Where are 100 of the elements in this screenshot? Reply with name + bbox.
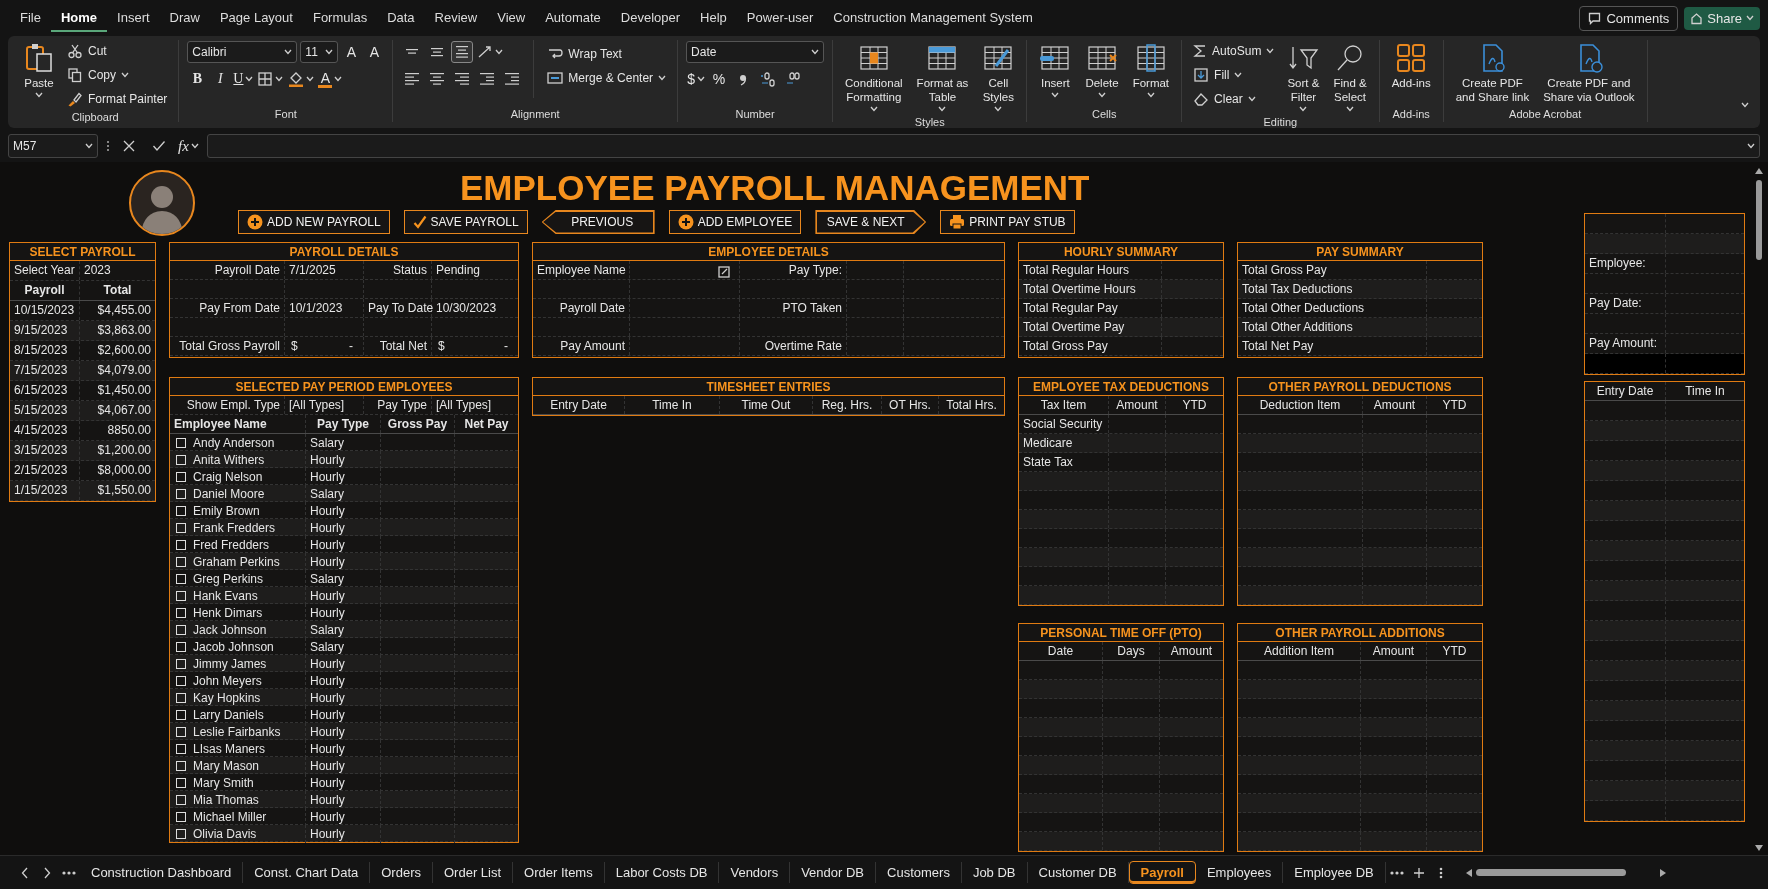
- currency-button[interactable]: $: [686, 68, 707, 90]
- checkbox[interactable]: [176, 710, 186, 720]
- checkbox[interactable]: [176, 455, 186, 465]
- table-cell: Hourly: [306, 689, 381, 707]
- checkbox[interactable]: [176, 557, 186, 567]
- cell-styles-button[interactable]: Cell Styles: [978, 40, 1019, 114]
- checkbox[interactable]: [176, 812, 186, 822]
- formula-input[interactable]: [206, 134, 1760, 158]
- employee-name: Mary Smith: [193, 776, 254, 790]
- share-via-outlook-button[interactable]: Create PDF and Share via Outlook: [1539, 40, 1639, 106]
- checkbox[interactable]: [176, 676, 186, 686]
- sheet-tab[interactable]: Construction Dashboard: [80, 862, 244, 883]
- bottom-align-button[interactable]: [451, 41, 474, 63]
- checkbox[interactable]: [176, 438, 186, 448]
- checkbox[interactable]: [176, 727, 186, 737]
- share-button[interactable]: Share: [1684, 6, 1760, 30]
- menu-tab[interactable]: Construction Management System: [823, 4, 1043, 32]
- menu-tab[interactable]: Review: [424, 4, 488, 32]
- action-button[interactable]: ADD NEW PAYROLL: [238, 210, 390, 234]
- checkbox[interactable]: [176, 693, 186, 703]
- menu-tab[interactable]: Page Layout: [209, 4, 303, 32]
- percent-button[interactable]: %: [709, 68, 730, 90]
- fill-button[interactable]: Fill: [1190, 64, 1278, 85]
- clear-button[interactable]: Clear: [1190, 88, 1278, 109]
- checkbox[interactable]: [176, 489, 186, 499]
- action-button[interactable]: ADD EMPLOYEE: [668, 210, 802, 234]
- horizontal-scrollbar[interactable]: [1465, 866, 1666, 879]
- sheet-tab[interactable]: Customer DB: [1027, 862, 1129, 883]
- menu-tab[interactable]: Formulas: [302, 4, 378, 32]
- employee-name: LIsas Maners: [193, 742, 266, 756]
- checkbox[interactable]: [176, 829, 186, 839]
- sheet-tab[interactable]: Order Items: [513, 862, 605, 883]
- format-painter-button[interactable]: Format Painter: [64, 88, 171, 109]
- find-select-button[interactable]: Find & Select: [1329, 40, 1371, 114]
- format-as-table-button[interactable]: Format as Table: [912, 40, 973, 114]
- menu-tab[interactable]: Draw: [159, 4, 210, 32]
- copy-button[interactable]: Copy: [64, 64, 171, 85]
- checkbox[interactable]: [176, 523, 186, 533]
- font-color-button[interactable]: A: [318, 68, 343, 90]
- number-format-dropdown[interactable]: Date: [686, 41, 825, 63]
- action-button[interactable]: SAVE PAYROLL: [403, 210, 528, 234]
- insert-cells-button[interactable]: Insert: [1035, 40, 1076, 100]
- menu-tab[interactable]: Home: [50, 4, 108, 32]
- autosum-button[interactable]: AutoSum: [1190, 40, 1278, 61]
- sheet-tab[interactable]: Labor Costs DB: [604, 862, 720, 883]
- increase-font-size-button[interactable]: A: [341, 41, 362, 63]
- checkbox[interactable]: [176, 472, 186, 482]
- sort-filter-button[interactable]: Sort & Filter: [1283, 40, 1324, 114]
- comments-button[interactable]: Comments: [1579, 5, 1679, 31]
- conditional-formatting-button[interactable]: Conditional Formatting: [841, 40, 907, 114]
- format-cells-button[interactable]: Format: [1128, 40, 1174, 100]
- checkbox[interactable]: [176, 574, 186, 584]
- sheet-tab[interactable]: Order List: [433, 862, 514, 883]
- insert-function-button[interactable]: fx: [178, 137, 199, 155]
- sheet-tab[interactable]: Employee DB: [1283, 862, 1386, 883]
- menu-tab[interactable]: Insert: [107, 4, 160, 32]
- sheet-tab[interactable]: Payroll: [1128, 861, 1196, 884]
- column-header: Payroll: [10, 281, 80, 300]
- checkbox[interactable]: [176, 642, 186, 652]
- checkbox[interactable]: [176, 540, 186, 550]
- scrollbar-thumb[interactable]: [1756, 180, 1762, 260]
- cut-button[interactable]: Cut: [64, 40, 171, 61]
- checkbox[interactable]: [176, 591, 186, 601]
- decrease-font-size-button[interactable]: A: [364, 41, 385, 63]
- checkbox[interactable]: [176, 506, 186, 516]
- delete-cells-button[interactable]: Delete: [1081, 40, 1123, 100]
- sheet-tab[interactable]: Orders: [370, 862, 433, 883]
- action-button[interactable]: PRINT PAY STUB: [940, 210, 1075, 234]
- italic-button[interactable]: I: [210, 68, 231, 90]
- menu-tab[interactable]: File: [10, 4, 51, 32]
- scrollbar-thumb[interactable]: [1475, 869, 1626, 876]
- sheet-tab[interactable]: Vendors: [719, 862, 791, 883]
- sheet-tab[interactable]: Employees: [1195, 862, 1284, 883]
- create-pdf-button[interactable]: Create PDF and Share link: [1451, 40, 1534, 106]
- menu-tab[interactable]: View: [487, 4, 536, 32]
- checkbox[interactable]: [176, 625, 186, 635]
- font-size-dropdown[interactable]: 11: [300, 41, 339, 63]
- checkbox[interactable]: [176, 795, 186, 805]
- sheet-tab[interactable]: Vendor DB: [790, 862, 877, 883]
- menu-tab[interactable]: Automate: [535, 4, 611, 32]
- merge-center-button[interactable]: Merge & Center: [544, 67, 670, 88]
- name-box[interactable]: M57: [8, 134, 98, 158]
- checkbox[interactable]: [176, 608, 186, 618]
- menu-tab[interactable]: Help: [690, 4, 737, 32]
- add-ins-button[interactable]: Add-ins: [1387, 40, 1435, 92]
- checkbox[interactable]: [176, 744, 186, 754]
- checkbox[interactable]: [176, 761, 186, 771]
- checkbox[interactable]: [176, 778, 186, 788]
- checkbox[interactable]: [176, 659, 186, 669]
- bold-button[interactable]: B: [187, 68, 208, 90]
- menu-tab[interactable]: Power-user: [736, 4, 824, 32]
- menu-tab[interactable]: Data: [377, 4, 425, 32]
- sheet-tab[interactable]: Job DB: [961, 862, 1028, 883]
- underline-button[interactable]: U: [233, 68, 254, 90]
- menu-tab[interactable]: Developer: [610, 4, 691, 32]
- wrap-text-button[interactable]: Wrap Text: [544, 43, 670, 64]
- paste-button[interactable]: Paste: [20, 40, 58, 100]
- sheet-tab[interactable]: Customers: [876, 862, 962, 883]
- sheet-tab[interactable]: Const. Chart Data: [243, 862, 371, 883]
- font-name-dropdown[interactable]: Calibri: [187, 41, 298, 63]
